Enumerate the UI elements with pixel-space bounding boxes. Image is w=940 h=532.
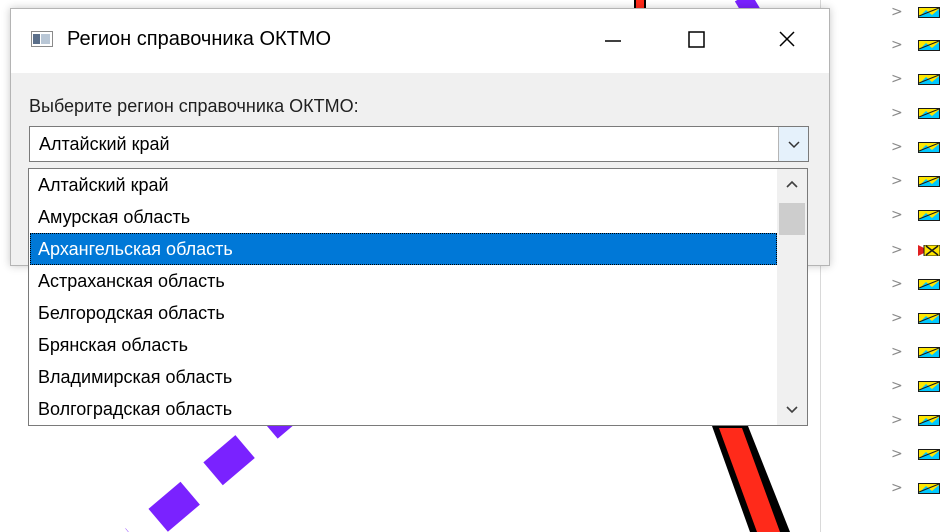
- layer-icon: [918, 415, 940, 426]
- region-option[interactable]: Архангельская область: [30, 233, 777, 265]
- region-option[interactable]: Владимирская область: [30, 361, 777, 393]
- minimize-button[interactable]: [565, 9, 657, 73]
- layer-tree-panel: > > > > > > > > > > > > > > >: [821, 0, 940, 532]
- window-icon: [31, 31, 53, 47]
- expand-chevron-icon[interactable]: >: [891, 4, 903, 20]
- chevron-down-icon: [786, 406, 798, 414]
- layer-icon: [918, 210, 940, 221]
- scroll-down-button[interactable]: [777, 395, 807, 425]
- expand-chevron-icon[interactable]: >: [891, 37, 903, 53]
- expand-chevron-icon[interactable]: >: [891, 242, 903, 258]
- expand-chevron-icon[interactable]: >: [891, 105, 903, 121]
- expand-chevron-icon[interactable]: >: [891, 139, 903, 155]
- layer-tree-row[interactable]: >: [891, 342, 940, 366]
- layer-tree-row[interactable]: >: [891, 240, 940, 264]
- layer-tree-row[interactable]: >: [891, 308, 940, 332]
- region-option[interactable]: Амурская область: [30, 201, 777, 233]
- dialog-titlebar[interactable]: Регион справочника ОКТМО: [11, 9, 829, 73]
- region-option[interactable]: Волгоградская область: [30, 393, 777, 425]
- expand-chevron-icon[interactable]: >: [891, 344, 903, 360]
- region-dropdown-list: Алтайский край Амурская область Архангельс…: [28, 168, 808, 426]
- chevron-down-icon: [788, 141, 800, 149]
- expand-chevron-icon[interactable]: >: [891, 446, 903, 462]
- region-options: Алтайский край Амурская область Архангельс…: [29, 169, 777, 425]
- layer-icon: [918, 108, 940, 119]
- layer-tree-row[interactable]: >: [891, 205, 940, 229]
- layer-tree-row[interactable]: >: [891, 103, 940, 127]
- layer-icon: [918, 40, 940, 51]
- layer-icon: [918, 279, 940, 290]
- layer-tree-row[interactable]: >: [891, 410, 940, 434]
- close-icon: [779, 31, 795, 47]
- layer-tree-row[interactable]: >: [891, 171, 940, 195]
- layer-tree-row[interactable]: >: [891, 69, 940, 93]
- layer-icon: [918, 483, 940, 494]
- region-option[interactable]: Алтайский край: [30, 169, 777, 201]
- dropdown-scrollbar[interactable]: [777, 169, 807, 425]
- layer-tree-row[interactable]: >: [891, 2, 940, 26]
- layer-tree-row[interactable]: >: [891, 376, 940, 400]
- layer-icon: [918, 313, 940, 324]
- scroll-up-button[interactable]: [777, 169, 807, 199]
- expand-chevron-icon[interactable]: >: [891, 207, 903, 223]
- expand-chevron-icon[interactable]: >: [891, 310, 903, 326]
- region-option[interactable]: Белгородская область: [30, 297, 777, 329]
- layer-icon: [918, 381, 940, 392]
- close-button[interactable]: [749, 9, 829, 73]
- combobox-dropdown-button[interactable]: [778, 127, 808, 161]
- application-window: > > > > > > > > > > > > > > > Регион справочника ОКТМО: [0, 0, 940, 532]
- expand-chevron-icon[interactable]: >: [891, 173, 903, 189]
- layer-icon: [918, 176, 940, 187]
- region-prompt-label: Выберите регион справочника ОКТМО:: [29, 96, 359, 116]
- layer-tree-row[interactable]: >: [891, 274, 940, 298]
- expand-chevron-icon[interactable]: >: [891, 480, 903, 496]
- maximize-button[interactable]: [657, 9, 749, 73]
- layer-icon: [918, 449, 940, 460]
- layer-icon: [918, 7, 940, 18]
- maximize-icon: [688, 31, 705, 48]
- chevron-up-icon: [786, 180, 798, 188]
- layer-tree-row[interactable]: >: [891, 137, 940, 161]
- expand-chevron-icon[interactable]: >: [891, 276, 903, 292]
- layer-icon: [918, 347, 940, 358]
- layer-icon: [918, 142, 940, 153]
- region-option[interactable]: Астраханская область: [30, 265, 777, 297]
- dialog-title: Регион справочника ОКТМО: [67, 28, 332, 50]
- minimize-icon: [605, 40, 621, 42]
- region-option[interactable]: Брянская область: [30, 329, 777, 361]
- layer-icon: [918, 74, 940, 85]
- scroll-thumb[interactable]: [779, 203, 805, 235]
- expand-chevron-icon[interactable]: >: [891, 378, 903, 394]
- layer-tree-row[interactable]: >: [891, 478, 940, 502]
- layer-tree-row[interactable]: >: [891, 35, 940, 59]
- region-combobox[interactable]: Алтайский край: [29, 126, 809, 162]
- warning-layer-icon: [918, 245, 940, 256]
- combobox-value: Алтайский край: [39, 134, 170, 154]
- layer-tree-row[interactable]: >: [891, 444, 940, 468]
- expand-chevron-icon[interactable]: >: [891, 71, 903, 87]
- expand-chevron-icon[interactable]: >: [891, 412, 903, 428]
